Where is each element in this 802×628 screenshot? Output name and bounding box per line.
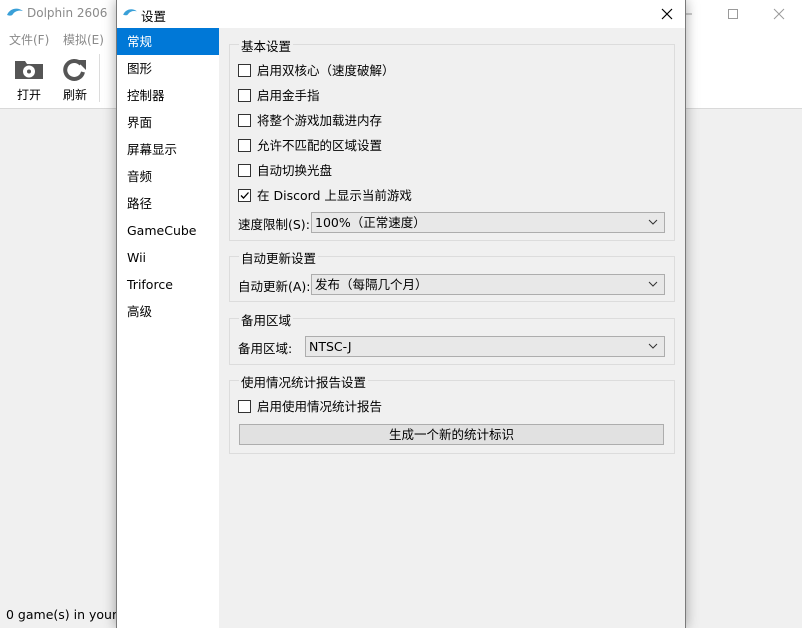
checkbox-box[interactable] (238, 114, 251, 127)
checkbox-label: 启用使用情况统计报告 (257, 399, 383, 414)
main-close-button[interactable] (756, 0, 802, 28)
maximize-button[interactable] (710, 0, 756, 28)
nav-item-graphics[interactable]: 图形 (117, 55, 219, 82)
nav-item-interface[interactable]: 界面 (117, 109, 219, 136)
nav-item-osd[interactable]: 屏幕显示 (117, 136, 219, 163)
refresh-label: 刷新 (62, 88, 87, 102)
menu-file[interactable]: 文件(F) (9, 31, 49, 48)
checkbox-label: 启用金手指 (257, 88, 320, 103)
speed-limit-value: 100%（正常速度） (315, 215, 426, 230)
analytics-checkbox[interactable]: 启用使用情况统计报告 (238, 398, 382, 416)
dialog-title: 设置 (141, 9, 167, 24)
main-window-title: Dolphin 2606 (27, 6, 108, 20)
checkbox-label: 在 Discord 上显示当前游戏 (257, 188, 412, 203)
checkbox-box-checked[interactable] (238, 189, 251, 202)
dolphin-icon (7, 8, 23, 16)
nav-item-triforce[interactable]: Triforce (117, 271, 219, 298)
open-label: 打开 (16, 88, 41, 102)
status-text: 0 game(s) in your c (6, 607, 128, 622)
nav-item-wii[interactable]: Wii (117, 244, 219, 271)
auto-update-title: 自动更新设置 (239, 248, 319, 267)
nav-item-audio[interactable]: 音频 (117, 163, 219, 190)
nav-item-controllers[interactable]: 控制器 (117, 82, 219, 109)
auto-update-value: 发布（每隔几个月） (315, 277, 428, 292)
open-disc-icon (15, 61, 43, 79)
analytics-title: 使用情况统计报告设置 (239, 372, 369, 391)
auto-update-select[interactable]: 发布（每隔几个月） (311, 274, 665, 295)
generate-analytics-id-button[interactable]: 生成一个新的统计标识 (239, 424, 664, 445)
settings-dialog: 设置 常规 图形 控制器 界面 屏幕显示 音频 路径 GameCube Wii … (116, 0, 686, 628)
checkbox-label: 自动切换光盘 (257, 163, 333, 178)
refresh-button[interactable]: 刷新 (55, 54, 95, 104)
checkbox-box[interactable] (238, 400, 251, 413)
checkbox-box[interactable] (238, 64, 251, 77)
fallback-region-title: 备用区域 (239, 310, 294, 329)
fallback-region-select[interactable]: NTSC-J (305, 336, 665, 357)
auto-update-label: 自动更新(A): (238, 279, 311, 294)
menu-emulation[interactable]: 模拟(E) (63, 31, 104, 48)
discord-presence-checkbox[interactable]: 在 Discord 上显示当前游戏 (238, 187, 412, 205)
chevron-down-icon (648, 343, 658, 349)
dual-core-checkbox[interactable]: 启用双核心（速度破解） (238, 62, 395, 80)
dolphin-icon (123, 9, 137, 16)
refresh-icon (63, 58, 86, 81)
load-to-memory-checkbox[interactable]: 将整个游戏加载进内存 (238, 112, 382, 130)
open-button[interactable]: 打开 (9, 54, 49, 104)
nav-item-advanced[interactable]: 高级 (117, 298, 219, 325)
fallback-region-label: 备用区域: (238, 341, 293, 356)
toolbar-separator (99, 54, 100, 102)
mismatched-region-checkbox[interactable]: 允许不匹配的区域设置 (238, 137, 382, 155)
auto-disc-change-checkbox[interactable]: 自动切换光盘 (238, 162, 332, 180)
chevron-down-icon (648, 219, 658, 225)
settings-nav: 常规 图形 控制器 界面 屏幕显示 音频 路径 GameCube Wii Tri… (117, 28, 219, 628)
dialog-titlebar: 设置 (117, 0, 685, 28)
nav-item-paths[interactable]: 路径 (117, 190, 219, 217)
nav-item-general[interactable]: 常规 (117, 28, 219, 55)
chevron-down-icon (648, 281, 658, 287)
maximize-icon (728, 9, 738, 19)
nav-item-gamecube[interactable]: GameCube (117, 217, 219, 244)
basic-settings-title: 基本设置 (239, 36, 294, 55)
checkbox-label: 将整个游戏加载进内存 (257, 113, 383, 128)
dialog-close-button[interactable] (649, 0, 685, 28)
checkbox-box[interactable] (238, 164, 251, 177)
checkbox-label: 允许不匹配的区域设置 (257, 138, 383, 153)
checkbox-box[interactable] (238, 89, 251, 102)
checkmark-icon (240, 192, 249, 199)
speed-limit-select[interactable]: 100%（正常速度） (311, 212, 665, 233)
close-icon (661, 8, 673, 20)
checkbox-label: 启用双核心（速度破解） (257, 63, 395, 78)
speed-limit-label: 速度限制(S): (238, 217, 310, 232)
close-icon (773, 8, 785, 20)
checkbox-box[interactable] (238, 139, 251, 152)
fallback-region-value: NTSC-J (309, 339, 352, 354)
cheats-checkbox[interactable]: 启用金手指 (238, 87, 320, 105)
